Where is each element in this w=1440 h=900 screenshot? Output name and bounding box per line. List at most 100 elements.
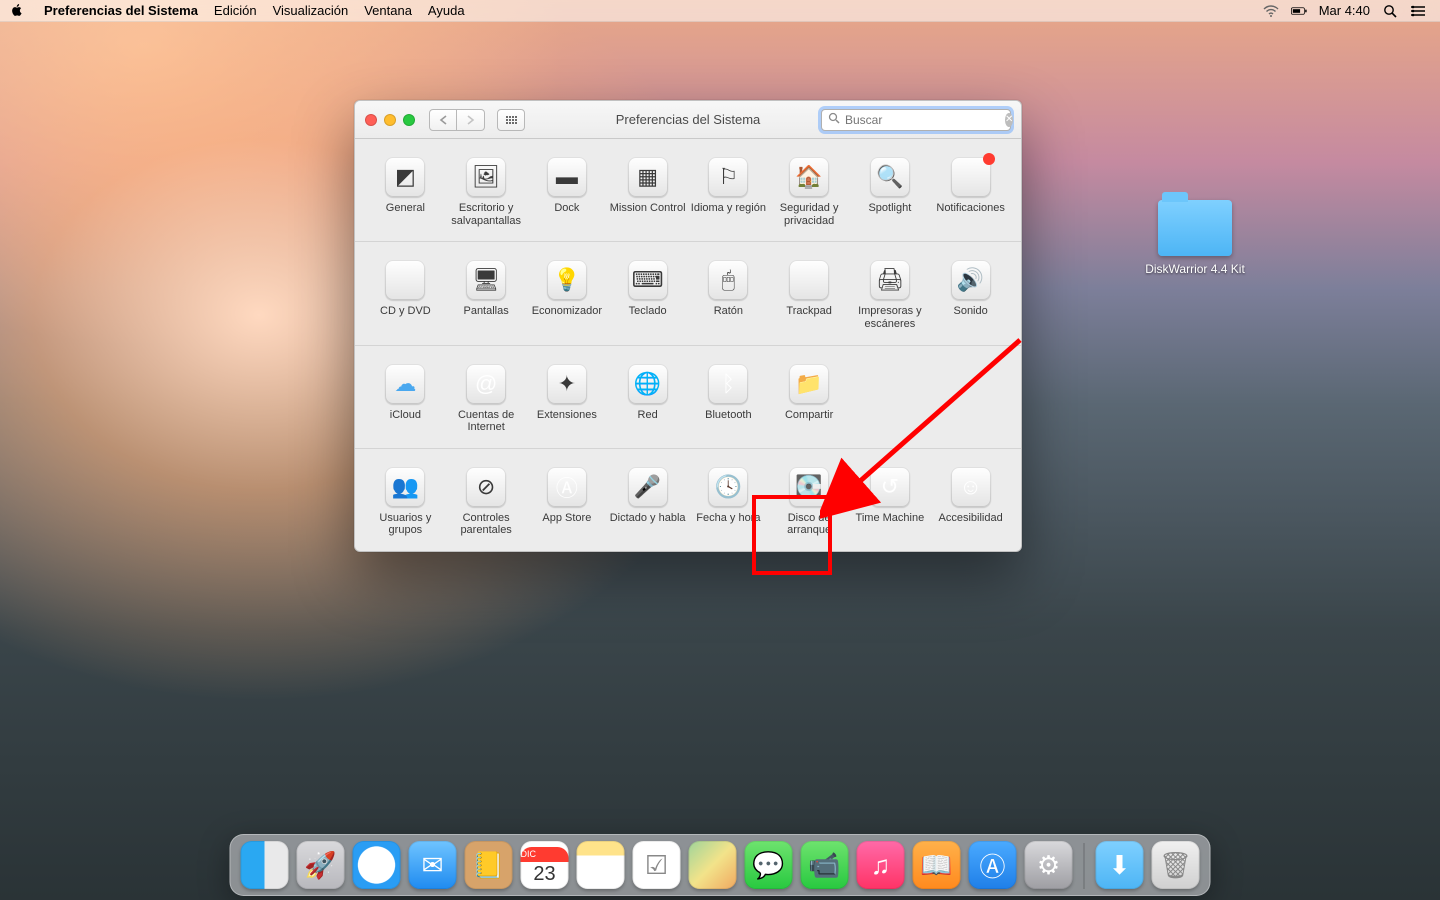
- dock-messages[interactable]: 💬: [745, 841, 793, 889]
- dock-maps[interactable]: [689, 841, 737, 889]
- pref-bluetooth[interactable]: ᛒBluetooth: [688, 360, 769, 434]
- pref-displays[interactable]: 🖥Pantallas: [446, 256, 527, 330]
- dock-mail[interactable]: ✉︎: [409, 841, 457, 889]
- pref-sharing[interactable]: 📁Compartir: [769, 360, 850, 434]
- pref-label: iCloud: [390, 409, 421, 433]
- pref-label: CD y DVD: [380, 305, 431, 329]
- pref-energy-saver[interactable]: 💡Economizador: [527, 256, 608, 330]
- icloud-icon: ☁: [385, 364, 425, 404]
- pref-time-machine[interactable]: ↺Time Machine: [850, 463, 931, 537]
- pref-language-region[interactable]: ⚐ Idioma y región: [688, 153, 769, 227]
- menu-ayuda[interactable]: Ayuda: [420, 3, 473, 18]
- time-machine-icon: ↺: [870, 467, 910, 507]
- dock-downloads[interactable]: ⬇︎: [1096, 841, 1144, 889]
- pref-cd-dvd[interactable]: CD y DVD: [365, 256, 446, 330]
- forward-button[interactable]: [457, 109, 485, 131]
- close-window-button[interactable]: [365, 114, 377, 126]
- pref-label: Idioma y región: [691, 202, 766, 226]
- desktop-folder-diskwarrior[interactable]: DiskWarrior 4.4 Kit: [1140, 200, 1250, 276]
- pref-network[interactable]: 🌐Red: [607, 360, 688, 434]
- dock-reminders[interactable]: ☑︎: [633, 841, 681, 889]
- pref-desktop-screensaver[interactable]: 🖼Escritorio y salvapantallas: [446, 153, 527, 227]
- search-input[interactable]: [845, 113, 1000, 127]
- dock-contacts[interactable]: 📒: [465, 841, 513, 889]
- pref-notifications[interactable]: Notificaciones: [930, 153, 1011, 227]
- pref-printers-scanners[interactable]: 🖨Impresoras y escáneres: [850, 256, 931, 330]
- pref-dock[interactable]: ▬Dock: [527, 153, 608, 227]
- menu-ventana[interactable]: Ventana: [356, 3, 420, 18]
- window-titlebar[interactable]: Preferencias del Sistema ✕: [355, 101, 1021, 139]
- pref-accessibility[interactable]: ☺Accesibilidad: [930, 463, 1011, 537]
- menubar-clock[interactable]: Mar 4:40: [1319, 3, 1370, 18]
- system-preferences-window: Preferencias del Sistema ✕ ◩General 🖼Esc…: [354, 100, 1022, 552]
- dock-facetime[interactable]: 📹: [801, 841, 849, 889]
- pref-startup-disk[interactable]: 💽Disco de arranque: [769, 463, 850, 537]
- language-icon: ⚐: [708, 157, 748, 197]
- dock-ibooks[interactable]: 📖: [913, 841, 961, 889]
- dock-calendar-day: 23: [533, 862, 555, 884]
- window-title: Preferencias del Sistema: [616, 112, 761, 127]
- mission-control-icon: ▦: [628, 157, 668, 197]
- pref-dictation-speech[interactable]: 🎤Dictado y habla: [607, 463, 688, 537]
- app-name-menu[interactable]: Preferencias del Sistema: [36, 3, 206, 18]
- search-icon: [828, 112, 840, 127]
- displays-icon: 🖥: [466, 260, 506, 300]
- zoom-window-button[interactable]: [403, 114, 415, 126]
- pref-mouse[interactable]: 🖱Ratón: [688, 256, 769, 330]
- pref-row-4: 👥Usuarios y grupos ⊘Controles parentales…: [355, 449, 1021, 551]
- pref-label: Red: [638, 409, 658, 433]
- show-all-button[interactable]: [497, 109, 525, 131]
- dock-itunes[interactable]: ♫: [857, 841, 905, 889]
- pref-icloud[interactable]: ☁ iCloud: [365, 360, 446, 434]
- extensions-icon: ✦: [547, 364, 587, 404]
- dock-calendar[interactable]: DIC 23: [521, 841, 569, 889]
- keyboard-icon: ⌨: [628, 260, 668, 300]
- pref-label: Mission Control: [610, 202, 686, 226]
- menu-visualizacion[interactable]: Visualización: [265, 3, 357, 18]
- dock-appstore[interactable]: Ⓐ: [969, 841, 1017, 889]
- apple-menu-icon[interactable]: [10, 3, 26, 19]
- battery-icon[interactable]: [1291, 3, 1307, 19]
- pref-sound[interactable]: 🔊Sonido: [930, 256, 1011, 330]
- pref-parental-controls[interactable]: ⊘Controles parentales: [446, 463, 527, 537]
- back-button[interactable]: [429, 109, 457, 131]
- bluetooth-icon: ᛒ: [708, 364, 748, 404]
- pref-mission-control[interactable]: ▦ Mission Control: [607, 153, 688, 227]
- clear-search-button[interactable]: ✕: [1005, 113, 1013, 127]
- pref-date-time[interactable]: 🕓Fecha y hora: [688, 463, 769, 537]
- startup-disk-icon: 💽: [789, 467, 829, 507]
- wifi-icon[interactable]: [1263, 3, 1279, 19]
- dock-notes[interactable]: [577, 841, 625, 889]
- notification-center-icon[interactable]: [1410, 3, 1426, 19]
- minimize-window-button[interactable]: [384, 114, 396, 126]
- dock-separator: [1084, 843, 1085, 889]
- appstore-icon: Ⓐ: [547, 467, 587, 507]
- spotlight-menubar-icon[interactable]: [1382, 3, 1398, 19]
- pref-internet-accounts[interactable]: @Cuentas de Internet: [446, 360, 527, 434]
- menu-edicion[interactable]: Edición: [206, 3, 265, 18]
- dock-launchpad[interactable]: 🚀: [297, 841, 345, 889]
- pref-row-3: ☁ iCloud @Cuentas de Internet ✦Extensione…: [355, 346, 1021, 449]
- pref-app-store[interactable]: ⒶApp Store: [527, 463, 608, 537]
- pref-general[interactable]: ◩General: [365, 153, 446, 227]
- pref-spotlight[interactable]: 🔍Spotlight: [850, 153, 931, 227]
- dock-system-preferences[interactable]: ⚙︎: [1025, 841, 1073, 889]
- nav-back-forward: [429, 109, 485, 131]
- sharing-icon: 📁: [789, 364, 829, 404]
- dock-trash[interactable]: 🗑: [1152, 841, 1200, 889]
- datetime-icon: 🕓: [708, 467, 748, 507]
- pref-trackpad[interactable]: Trackpad: [769, 256, 850, 330]
- dock-finder[interactable]: [241, 841, 289, 889]
- pref-keyboard[interactable]: ⌨Teclado: [607, 256, 688, 330]
- search-field[interactable]: ✕: [821, 109, 1011, 131]
- pref-label: Notificaciones: [936, 202, 1004, 226]
- dock-safari[interactable]: [353, 841, 401, 889]
- pref-users-groups[interactable]: 👥Usuarios y grupos: [365, 463, 446, 537]
- pref-extensions[interactable]: ✦Extensiones: [527, 360, 608, 434]
- trackpad-icon: [789, 260, 829, 300]
- pref-label: Escritorio y salvapantallas: [446, 202, 527, 227]
- spotlight-icon: 🔍: [870, 157, 910, 197]
- energy-icon: 💡: [547, 260, 587, 300]
- pref-security-privacy[interactable]: 🏠Seguridad y privacidad: [769, 153, 850, 227]
- desktop: Preferencias del Sistema Edición Visuali…: [0, 0, 1440, 900]
